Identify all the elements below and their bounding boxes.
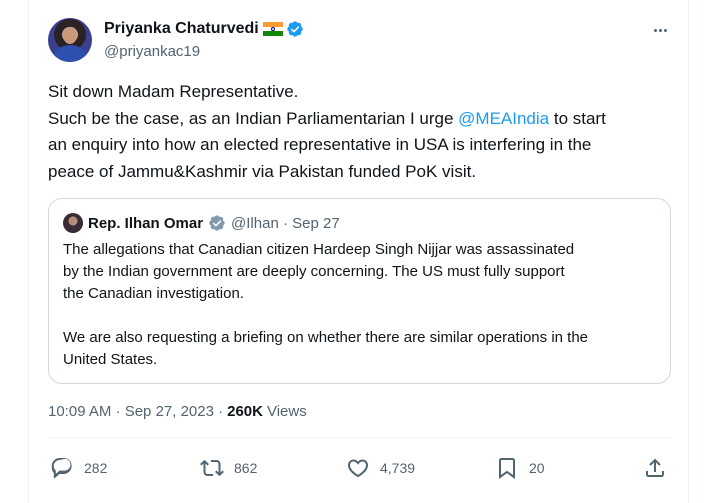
author-avatar[interactable]: [48, 18, 92, 62]
repost-count: 862: [234, 460, 258, 476]
tweet-line-2-text: Such be the case, as an Indian Parliamen…: [48, 108, 459, 128]
avatar-body: [54, 45, 86, 62]
like-icon: [347, 459, 369, 478]
reply-count: 282: [84, 460, 108, 476]
india-flag-icon: [262, 22, 283, 36]
quoted-line: The allegations that Canadian citizen Ha…: [63, 241, 575, 258]
quoted-author-avatar: [63, 213, 83, 233]
more-icon[interactable]: [650, 20, 670, 40]
views-count: 260K: [227, 403, 263, 420]
tweet-line-1: Sit down Madam Representative.: [48, 82, 299, 101]
repost-button[interactable]: 862: [200, 456, 257, 480]
quoted-tweet[interactable]: Rep. Ilhan Omar @Ilhan · Sep 27 The alle…: [48, 198, 671, 384]
bookmark-button[interactable]: 20: [495, 456, 545, 480]
mention-link[interactable]: @MEAIndia: [458, 109, 549, 128]
quoted-line: United States.: [63, 351, 158, 368]
tweet-line-2: Such be the case, as an Indian Parliamen…: [48, 106, 678, 133]
author-name-row: Priyanka Chaturvedi: [104, 20, 304, 38]
quoted-handle-date: @Ilhan · Sep 27: [231, 214, 340, 232]
quoted-line: by the Indian government are deeply conc…: [63, 263, 565, 280]
like-count: 4,739: [380, 460, 416, 476]
reply-icon: [51, 458, 72, 479]
tweet-line-2-end: to start: [549, 108, 606, 128]
author-name[interactable]: Priyanka Chaturvedi: [104, 20, 259, 38]
quoted-tweet-text: The allegations that Canadian citizen Ha…: [63, 239, 663, 371]
quoted-tweet-header: Rep. Ilhan Omar @Ilhan · Sep 27: [63, 213, 340, 233]
share-button[interactable]: [643, 456, 667, 480]
author-handle[interactable]: @priyankac19: [104, 43, 200, 60]
avatar-face: [63, 27, 77, 44]
bookmark-icon: [499, 458, 515, 479]
timestamp[interactable]: 10:09 AM · Sep 27, 2023 ·: [48, 403, 223, 420]
repost-icon: [200, 459, 224, 477]
views-label: Views: [266, 403, 307, 420]
tweet-line-4: peace of Jammu&Kashmir via Pakistan fund…: [48, 161, 477, 181]
quoted-line: We are also requesting a briefing on whe…: [63, 329, 589, 346]
verified-badge-icon[interactable]: [286, 20, 304, 38]
tweet-meta: 10:09 AM · Sep 27, 2023 · 260K Views: [48, 403, 307, 420]
action-bar: 282 862 4,739 20: [48, 456, 671, 482]
quoted-author-name: Rep. Ilhan Omar: [88, 214, 204, 232]
gray-verified-badge-icon: [209, 215, 225, 231]
reply-button[interactable]: 282: [50, 456, 107, 480]
bookmark-count: 20: [529, 460, 545, 476]
divider: [48, 437, 671, 438]
tweet-line-3: an enquiry into how an elected represent…: [48, 135, 592, 154]
share-icon: [646, 458, 664, 477]
like-button[interactable]: 4,739: [346, 456, 415, 480]
quoted-line: the Canadian investigation.: [63, 285, 244, 302]
tweet-text: Sit down Madam Representative. Such be t…: [48, 79, 678, 185]
